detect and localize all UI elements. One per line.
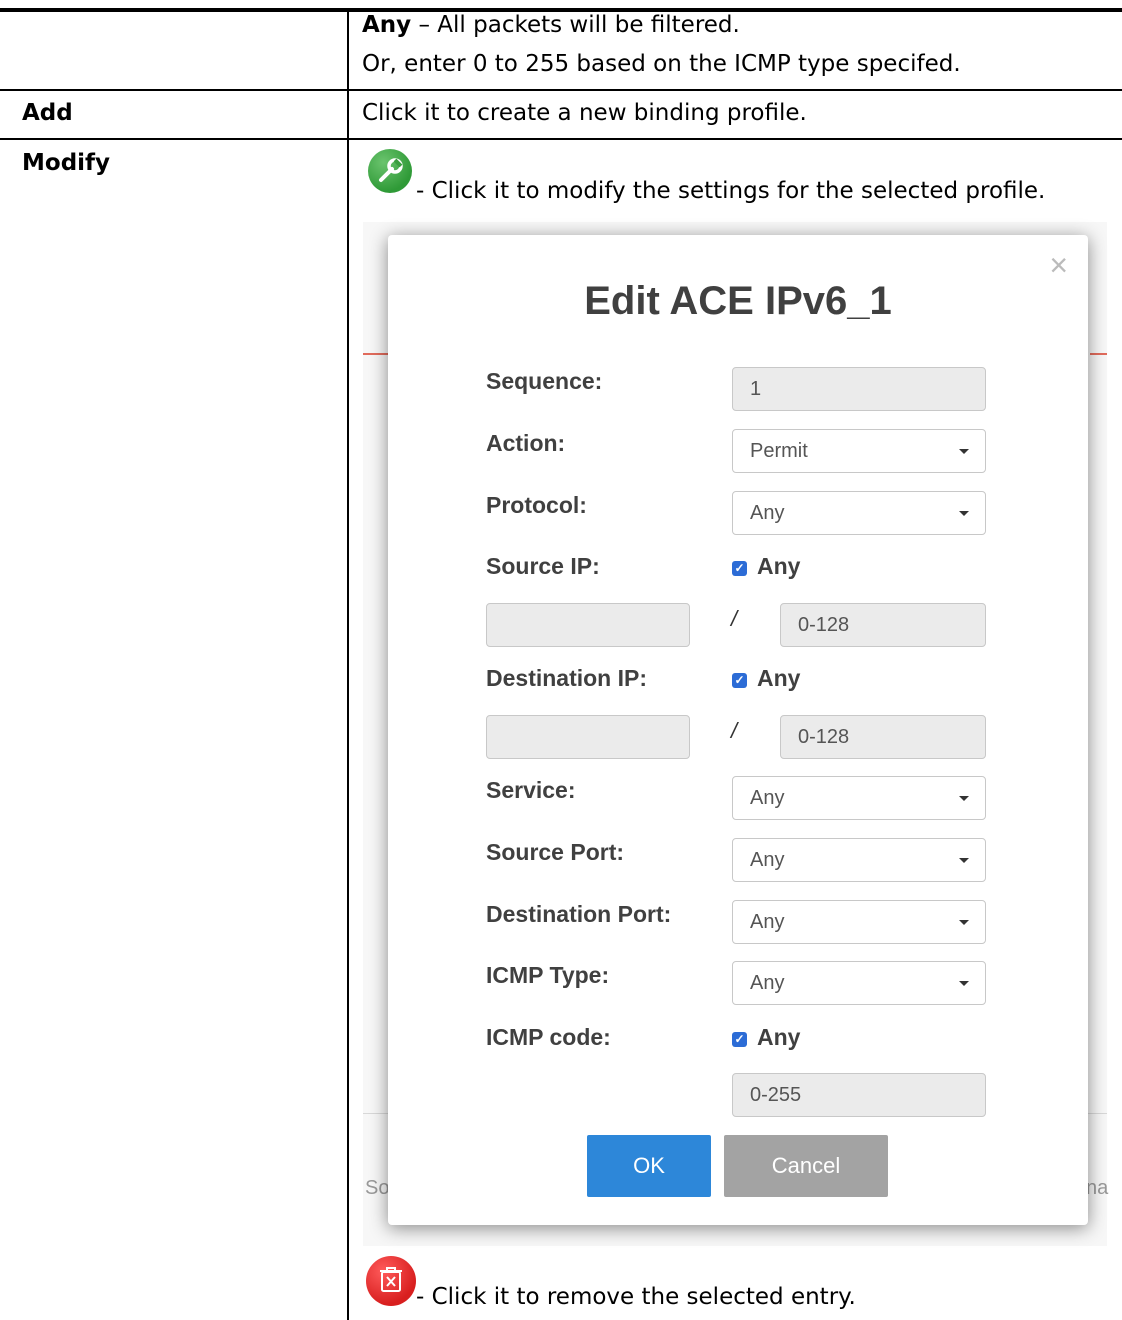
service-label: Service:: [486, 777, 576, 803]
add-term: Add: [22, 100, 73, 126]
source-ip-label: Source IP:: [486, 553, 600, 579]
sequence-field: 1: [732, 367, 986, 411]
protocol-select[interactable]: Any: [732, 491, 986, 535]
close-icon[interactable]: ×: [1049, 249, 1068, 281]
add-description: Click it to create a new binding profile…: [362, 100, 807, 126]
sequence-value: 1: [750, 378, 762, 400]
background-partial-text: So: [365, 1177, 390, 1199]
source-ip-slash: /: [731, 606, 738, 631]
action-label: Action:: [486, 430, 566, 456]
destination-ip-prefix-placeholder: 0-128: [798, 726, 850, 748]
table-column-divider: [347, 9, 349, 1320]
icmp-code-placeholder: 0-255: [750, 1084, 802, 1106]
source-ip-prefix-placeholder: 0-128: [798, 614, 850, 636]
destination-port-value: Any: [750, 911, 785, 933]
source-ip-any-label: Any: [757, 553, 801, 579]
destination-ip-any-checkbox[interactable]: ✓ Any: [732, 665, 800, 692]
trash-icon[interactable]: [366, 1256, 416, 1306]
table-row-divider: [0, 89, 1122, 91]
icmp-code-label: ICMP code:: [486, 1024, 611, 1050]
destination-ip-label: Destination IP:: [486, 665, 648, 691]
chevron-down-icon: [959, 981, 969, 986]
any-term-desc: – All packets will be filtered.: [411, 12, 740, 38]
source-port-value: Any: [750, 849, 785, 871]
chevron-down-icon: [959, 858, 969, 863]
ok-button[interactable]: OK: [587, 1135, 711, 1197]
background-divider: [363, 1113, 388, 1114]
dialog-title: Edit ACE IPv6_1: [584, 279, 892, 323]
destination-port-select[interactable]: Any: [732, 900, 986, 944]
checkmark-icon: ✓: [732, 673, 747, 688]
source-ip-prefix-input[interactable]: 0-128: [780, 603, 986, 647]
action-value: Permit: [750, 440, 808, 462]
icmp-type-label: ICMP Type:: [486, 962, 610, 988]
icmp-code-any-checkbox[interactable]: ✓ Any: [732, 1024, 800, 1051]
source-port-label: Source Port:: [486, 839, 625, 865]
cancel-button[interactable]: Cancel: [724, 1135, 888, 1197]
source-port-select[interactable]: Any: [732, 838, 986, 882]
source-ip-input[interactable]: [486, 603, 690, 647]
sequence-label: Sequence:: [486, 368, 603, 394]
modify-description: - Click it to modify the settings for th…: [416, 178, 1046, 204]
table-row-divider: [0, 138, 1122, 140]
icmp-code-input[interactable]: 0-255: [732, 1073, 986, 1117]
background-accent-line: [1090, 353, 1107, 355]
action-select[interactable]: Permit: [732, 429, 986, 473]
remove-description: - Click it to remove the selected entry.: [416, 1284, 856, 1310]
service-select[interactable]: Any: [732, 776, 986, 820]
chevron-down-icon: [959, 449, 969, 454]
destination-ip-slash: /: [731, 718, 738, 743]
chevron-down-icon: [959, 920, 969, 925]
icmp-type-value: Any: [750, 972, 785, 994]
any-term: Any: [362, 12, 412, 38]
chevron-down-icon: [959, 511, 969, 516]
checkmark-icon: ✓: [732, 1032, 747, 1047]
icmp-code-any-label: Any: [757, 1024, 801, 1050]
chevron-down-icon: [959, 796, 969, 801]
destination-ip-prefix-input[interactable]: 0-128: [780, 715, 986, 759]
background-partial-text: na: [1086, 1177, 1109, 1199]
protocol-value: Any: [750, 502, 785, 524]
edit-ace-dialog: × Edit ACE IPv6_1 Sequence: 1 Action: Pe…: [388, 235, 1088, 1225]
background-divider: [1088, 1113, 1107, 1114]
icmp-type-range-note: Or, enter 0 to 255 based on the ICMP typ…: [362, 51, 961, 77]
service-value: Any: [750, 787, 785, 809]
modify-term: Modify: [22, 150, 111, 176]
source-ip-any-checkbox[interactable]: ✓ Any: [732, 553, 800, 580]
wrench-icon[interactable]: [368, 149, 412, 193]
any-description: Any – All packets will be filtered.: [362, 12, 740, 38]
protocol-label: Protocol:: [486, 492, 587, 518]
destination-ip-any-label: Any: [757, 665, 801, 691]
icmp-type-select[interactable]: Any: [732, 961, 986, 1005]
destination-ip-input[interactable]: [486, 715, 690, 759]
checkmark-icon: ✓: [732, 561, 747, 576]
destination-port-label: Destination Port:: [486, 901, 672, 927]
